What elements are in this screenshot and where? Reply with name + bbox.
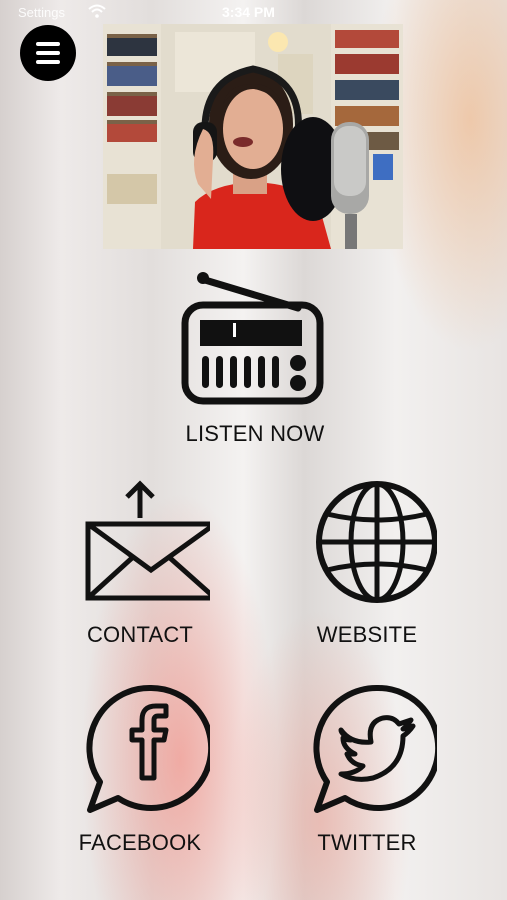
- hero-image: [103, 24, 403, 249]
- hero-photo: [103, 24, 403, 249]
- contact-label: CONTACT: [86, 622, 194, 647]
- facebook-bubble-icon: [86, 684, 210, 813]
- contact-tile[interactable]: CONTACT: [60, 480, 220, 655]
- status-back-label[interactable]: Settings: [18, 5, 65, 20]
- radio-icon: [181, 272, 324, 405]
- envelope-upload-icon: [85, 480, 210, 601]
- twitter-tile[interactable]: TWITTER: [287, 682, 447, 867]
- twitter-label: TWITTER: [317, 830, 417, 855]
- website-label: WEBSITE: [316, 622, 418, 647]
- globe-icon: [316, 481, 437, 603]
- status-bar: Settings 3:34 PM: [0, 0, 507, 28]
- menu-button[interactable]: [20, 25, 76, 81]
- wifi-icon: [88, 4, 106, 18]
- website-tile[interactable]: WEBSITE: [287, 480, 447, 655]
- listen-now-label: LISTEN NOW: [185, 421, 325, 446]
- twitter-bubble-icon: [313, 684, 437, 813]
- listen-now-tile[interactable]: LISTEN NOW: [160, 268, 350, 448]
- facebook-label: FACEBOOK: [78, 830, 202, 855]
- facebook-tile[interactable]: FACEBOOK: [60, 682, 220, 867]
- status-time: 3:34 PM: [222, 4, 275, 20]
- hamburger-menu-icon: [36, 42, 60, 46]
